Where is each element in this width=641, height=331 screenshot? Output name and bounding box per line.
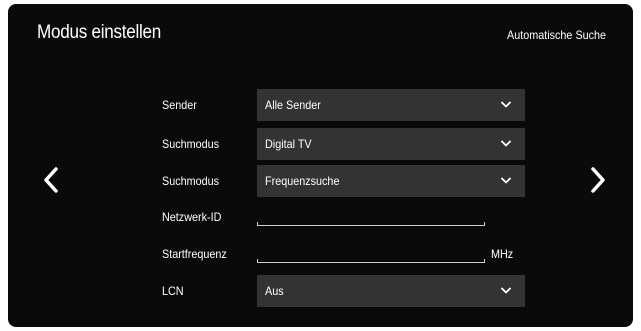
netzwerk-id-label: Netzwerk-ID	[162, 210, 222, 224]
frequency-unit: MHz	[491, 247, 514, 261]
field-tick	[484, 259, 485, 263]
field-underline	[257, 225, 485, 226]
suchmodus-dropdown-1[interactable]: Digital TV	[257, 128, 525, 160]
sender-row: Sender Alle Sender	[8, 89, 633, 121]
chevron-down-icon	[501, 101, 511, 108]
suchmodus-value-1: Digital TV	[265, 137, 312, 151]
sender-dropdown[interactable]: Alle Sender	[257, 89, 525, 121]
suchmodus-row-1: Suchmodus Digital TV	[8, 128, 633, 160]
lcn-row: LCN Aus	[8, 275, 633, 307]
suchmodus-label-2: Suchmodus	[162, 174, 220, 188]
startfrequenz-label: Startfrequenz	[162, 247, 227, 261]
startfrequenz-field[interactable]	[257, 238, 485, 270]
netzwerk-id-row: Netzwerk-ID	[8, 201, 633, 233]
field-tick	[257, 259, 258, 263]
chevron-down-icon	[501, 140, 511, 147]
search-mode-label: Automatische Suche	[506, 28, 606, 42]
lcn-value: Aus	[265, 284, 284, 298]
chevron-down-icon	[501, 177, 511, 184]
startfrequenz-row: Startfrequenz MHz	[8, 238, 633, 270]
field-tick	[484, 222, 485, 226]
chevron-down-icon	[501, 287, 511, 294]
suchmodus-dropdown-2[interactable]: Frequenzsuche	[257, 165, 525, 197]
suchmodus-label-1: Suchmodus	[162, 137, 220, 151]
suchmodus-row-2: Suchmodus Frequenzsuche	[8, 165, 633, 197]
lcn-label: LCN	[162, 284, 184, 298]
netzwerk-id-field[interactable]	[257, 201, 485, 233]
page-title: Modus einstellen	[37, 22, 162, 43]
lcn-dropdown[interactable]: Aus	[257, 275, 525, 307]
tv-screen: Modus einstellen Automatische Suche Send…	[8, 4, 633, 327]
field-tick	[257, 222, 258, 226]
suchmodus-value-2: Frequenzsuche	[265, 174, 340, 188]
field-underline	[257, 262, 485, 263]
sender-label: Sender	[162, 98, 197, 112]
sender-value: Alle Sender	[265, 98, 321, 112]
